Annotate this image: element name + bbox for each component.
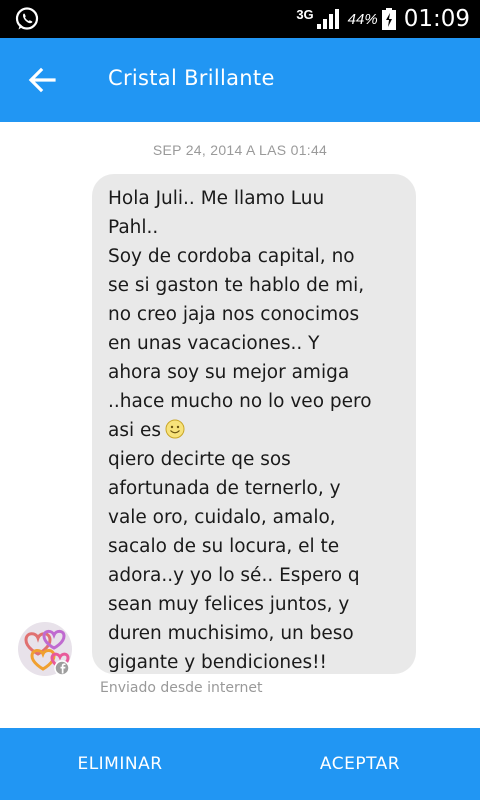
message-line: no creo jaja nos conocimos xyxy=(108,304,360,325)
message-line: qiero decirte qe sos xyxy=(108,449,291,470)
message-line: sean muy felices juntos, y xyxy=(108,594,350,615)
message-line: Hola Juli.. Me llamo Luu xyxy=(108,188,325,209)
message-line: ahora soy su mejor amiga xyxy=(108,362,350,383)
action-bar: ELIMINAR ACEPTAR xyxy=(0,728,480,800)
message-line: afortunada de ternerlo, y xyxy=(108,478,341,499)
clock: 01:09 xyxy=(403,6,470,32)
status-bar: 3G 44% 01:09 xyxy=(0,0,480,38)
message-line: gigante y bendiciones!! xyxy=(108,652,327,673)
app-bar: Cristal Brillante xyxy=(0,38,480,122)
message-line: vale oro, cuidalo, amalo, xyxy=(108,507,336,528)
message-line-with-emoji: asi es xyxy=(108,416,402,445)
battery-percent: 44% xyxy=(347,10,378,28)
avatar[interactable] xyxy=(18,622,72,676)
message-line: en unas vacaciones.. Y xyxy=(108,333,320,354)
battery-charging-icon xyxy=(381,8,396,30)
arrow-left-icon[interactable] xyxy=(28,66,56,94)
accept-button[interactable]: ACEPTAR xyxy=(280,728,440,800)
screen: 3G 44% 01:09 Cristal Brillante SEP 24, 2… xyxy=(0,0,480,800)
message-line: ..hace mucho no lo veo pero xyxy=(108,391,372,412)
delete-button[interactable]: ELIMINAR xyxy=(40,728,200,800)
smiley-face-icon xyxy=(165,419,185,439)
message-line: Pahl.. xyxy=(108,217,159,238)
message-line: adora..y yo lo sé.. Espero q xyxy=(108,565,360,586)
conversation: SEP 24, 2014 A LAS 01:44 Hola Juli.. Me … xyxy=(0,122,480,728)
network-type: 3G xyxy=(296,6,314,22)
message-line: se si gaston te hablo de mi, xyxy=(108,275,365,296)
message-line: sacalo de su locura, el te xyxy=(108,536,340,557)
message-line: Soy de cordoba capital, no xyxy=(108,246,355,267)
whatsapp-icon xyxy=(15,7,39,30)
message-timestamp: SEP 24, 2014 A LAS 01:44 xyxy=(152,142,328,158)
message-line: asi es xyxy=(108,420,162,441)
sent-from-label: Enviado desde internet xyxy=(100,680,263,696)
message-line: duren muchisimo, un beso xyxy=(108,623,354,644)
message-bubble: Hola Juli.. Me llamo Luu Pahl.. Soy de c… xyxy=(92,174,416,674)
signal-icon xyxy=(316,9,339,29)
page-title: Cristal Brillante xyxy=(108,66,275,90)
